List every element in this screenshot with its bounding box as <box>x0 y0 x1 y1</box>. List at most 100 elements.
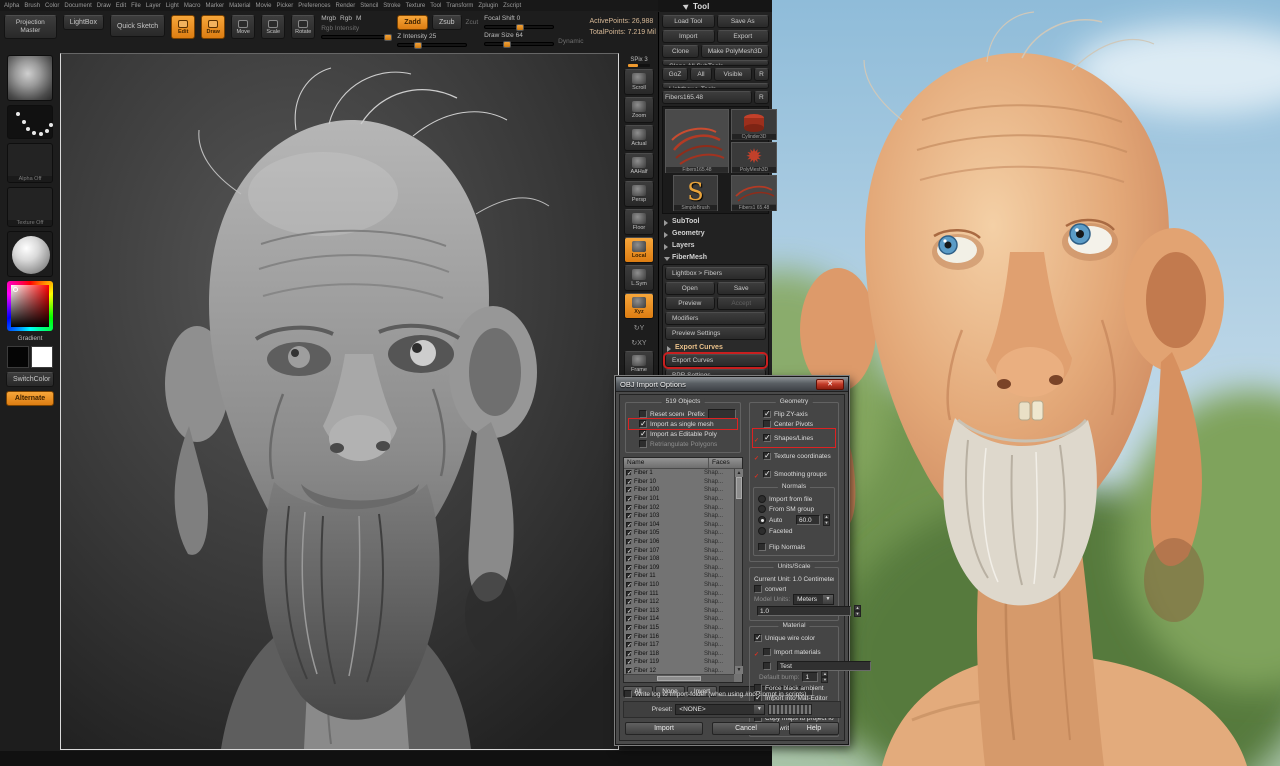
goz-r-button[interactable]: R <box>754 68 769 81</box>
preset-dropdown[interactable]: <NONE> ▼ <box>675 704 765 715</box>
retriangulate-checkbox[interactable] <box>639 440 647 448</box>
spix-control[interactable]: SPix 3 <box>628 57 650 67</box>
faces-column-header[interactable]: Faces <box>708 458 742 468</box>
menu-item[interactable]: Picker <box>277 3 294 9</box>
menu-item[interactable]: Macro <box>184 3 201 9</box>
object-list-row[interactable]: Fiber 103 Shap... <box>624 512 734 521</box>
switch-color-button[interactable]: SwitchColor <box>6 372 54 387</box>
object-list-row[interactable]: Fiber 108 Shap... <box>624 555 734 564</box>
tool-palette-header[interactable]: Tool <box>658 0 772 12</box>
default-bump-input[interactable] <box>802 672 818 682</box>
right-tray-button[interactable]: Frame <box>624 351 654 377</box>
draw-button[interactable]: Draw <box>201 15 225 39</box>
cylinder3d-thumbnail[interactable]: Cylinder3D <box>731 109 777 140</box>
color-picker[interactable] <box>7 281 53 331</box>
object-list-row[interactable]: Fiber 102 Shap... <box>624 503 734 512</box>
scrollbar-thumb[interactable] <box>736 477 742 499</box>
clone-button[interactable]: Clone <box>662 45 699 58</box>
current-brush-thumbnail[interactable] <box>7 55 53 101</box>
slider-thumb[interactable] <box>414 42 422 49</box>
object-scale-spinner[interactable]: ▲▼ <box>854 605 861 617</box>
zsub-button[interactable]: Zsub <box>432 15 462 30</box>
alternate-button[interactable]: Alternate <box>6 391 54 406</box>
object-list-row[interactable]: Fiber 1 Shap... <box>624 469 734 478</box>
row-checkbox[interactable] <box>626 522 632 528</box>
mrgb-button[interactable]: Mrgb <box>321 15 336 22</box>
object-list-row[interactable]: Fiber 107 Shap... <box>624 546 734 555</box>
geometry-checkbox[interactable] <box>763 410 771 418</box>
menu-item[interactable]: Document <box>64 3 91 9</box>
faceted-radio[interactable] <box>758 527 766 535</box>
right-tray-button[interactable]: AAHalf <box>624 153 654 179</box>
edit-button[interactable]: Edit <box>171 15 195 39</box>
angle-spinner[interactable]: ▲▼ <box>823 514 830 526</box>
right-tray-button[interactable]: Actual <box>624 125 654 151</box>
object-scale-input[interactable] <box>757 606 851 616</box>
row-checkbox[interactable] <box>626 513 632 519</box>
gradient-label[interactable]: Gradient <box>18 335 43 342</box>
load-tool-button[interactable]: Load Tool <box>662 15 715 28</box>
goz-visible-button[interactable]: Visible <box>714 68 752 81</box>
import-editable-poly-checkbox[interactable] <box>639 430 647 438</box>
row-checkbox[interactable] <box>626 642 632 648</box>
simplebrush-thumbnail[interactable]: S SimpleBrush <box>673 175 718 211</box>
right-tray-button[interactable]: ↻Y <box>630 321 648 334</box>
main-color-swatch[interactable] <box>7 346 29 368</box>
right-tray-button[interactable]: Local <box>624 237 654 263</box>
row-checkbox[interactable] <box>626 548 632 554</box>
current-tool-name[interactable]: Fibers165.48 <box>662 91 752 104</box>
dynamic-toggle[interactable]: Dynamic <box>558 32 583 45</box>
save-as-button[interactable]: Save As <box>717 15 770 28</box>
material-prefix-checkbox[interactable] <box>763 662 771 670</box>
row-checkbox[interactable] <box>626 539 632 545</box>
preset-save-icon[interactable] <box>768 704 812 715</box>
layers-section-header[interactable]: Layers <box>662 240 769 250</box>
lightbox-tools-button[interactable]: Lightbox > Tools <box>662 83 769 89</box>
geometry-checkbox[interactable] <box>763 470 771 478</box>
menu-item[interactable]: Brush <box>24 3 40 9</box>
object-list-row[interactable]: Fiber 104 Shap... <box>624 521 734 530</box>
cancel-button[interactable]: Cancel <box>712 722 780 735</box>
geometry-option-row[interactable]: Center Pivots <box>753 419 835 429</box>
prefix-input[interactable] <box>708 409 736 419</box>
row-checkbox[interactable] <box>626 659 632 665</box>
object-list-row[interactable]: Fiber 112 Shap... <box>624 598 734 607</box>
row-checkbox[interactable] <box>626 582 632 588</box>
right-tray-button[interactable]: Xyz <box>624 293 654 319</box>
material-prefix-input[interactable] <box>777 661 871 671</box>
object-list-row[interactable]: Fiber 117 Shap... <box>624 641 734 650</box>
right-tray-button[interactable]: L.Sym <box>624 265 654 291</box>
row-checkbox[interactable] <box>626 487 632 493</box>
row-checkbox[interactable] <box>626 634 632 640</box>
row-checkbox[interactable] <box>626 556 632 562</box>
geometry-option-row[interactable]: Shapes/Lines <box>753 429 835 447</box>
geometry-option-row[interactable]: Flip ZY-axis <box>753 409 835 419</box>
flip-normals-checkbox[interactable] <box>758 543 766 551</box>
subtool-section-header[interactable]: SubTool <box>662 216 769 226</box>
focal-shift-slider[interactable] <box>484 25 554 29</box>
fibers-preview-button[interactable]: Preview <box>665 297 715 310</box>
menu-item[interactable]: Color <box>45 3 59 9</box>
object-list-row[interactable]: Fiber 114 Shap... <box>624 615 734 624</box>
polymesh3d-thumbnail[interactable]: ✹ PolyMesh3D <box>731 142 777 173</box>
export-button[interactable]: Export <box>717 30 770 43</box>
geometry-checkbox[interactable] <box>763 420 771 428</box>
slider-thumb[interactable] <box>503 41 511 48</box>
fibers-small-thumbnail[interactable]: Fibers1 65.48 <box>731 175 777 211</box>
rgb-button[interactable]: Rgb <box>340 15 352 22</box>
document-canvas[interactable] <box>60 53 619 750</box>
geometry-option-row[interactable]: Smoothing groups <box>753 465 835 483</box>
scroll-up-icon[interactable]: ▲ <box>735 469 743 477</box>
name-column-header[interactable]: Name <box>624 458 708 468</box>
lightbox-fibers-button[interactable]: Lightbox > Fibers <box>665 267 766 280</box>
fibermesh-section-header[interactable]: FiberMesh <box>662 252 769 262</box>
quick-sketch-button[interactable]: Quick Sketch <box>110 15 165 37</box>
object-list-row[interactable]: Fiber 11 Shap... <box>624 572 734 581</box>
preview-settings-button[interactable]: Preview Settings <box>665 327 766 340</box>
row-checkbox[interactable] <box>626 616 632 622</box>
make-polymesh3d-button[interactable]: Make PolyMesh3D <box>701 45 769 58</box>
right-tray-button[interactable]: Floor <box>624 209 654 235</box>
spix-slider[interactable] <box>628 64 650 67</box>
projection-master-button[interactable]: Projection Master <box>4 15 57 39</box>
modifiers-button[interactable]: Modifiers <box>665 312 766 325</box>
